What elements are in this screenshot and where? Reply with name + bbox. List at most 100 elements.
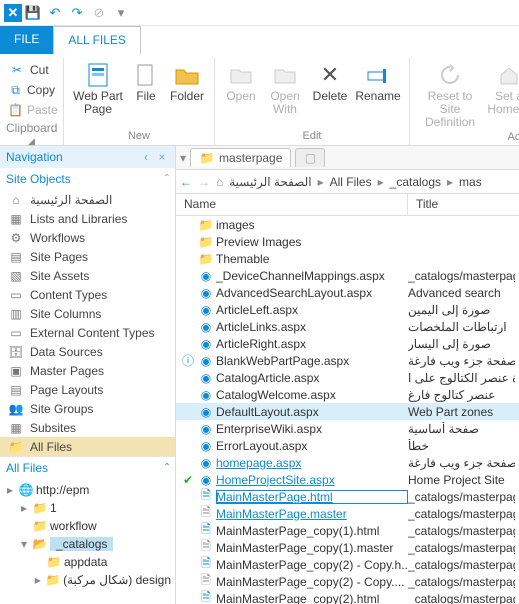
file-row[interactable]: 🗎MainMasterPage_copy(1).master_catalogs/…: [176, 539, 519, 556]
tab-list-icon[interactable]: ▾: [180, 151, 186, 165]
copy-button[interactable]: ⧉Copy: [6, 80, 57, 100]
file-row[interactable]: ◉ArticleRight.aspxصورة إلى اليسار: [176, 335, 519, 352]
ribbon-tabs: FILE ALL FILES: [0, 26, 519, 54]
tree-node-catalogs[interactable]: ▾📂_catalogs: [4, 535, 171, 553]
file-title: صفحة جزء ويب فارغة: [408, 456, 515, 470]
file-row[interactable]: ◉ArticleLeft.aspxصورة إلى اليمين: [176, 301, 519, 318]
sidebar-item-pl[interactable]: ▤Page Layouts: [0, 380, 175, 399]
file-row[interactable]: ◉ErrorLayout.aspxخطأ: [176, 437, 519, 454]
paste-button[interactable]: 📋Paste: [6, 100, 57, 120]
back-icon[interactable]: ←: [180, 175, 192, 189]
webpart-page-button[interactable]: Web Part Page: [70, 60, 126, 129]
app-icon[interactable]: ✕: [4, 4, 22, 22]
file-name: MainMasterPage_copy(2) - Copy.h...: [216, 558, 408, 572]
open-with-button[interactable]: Open With: [263, 60, 307, 129]
file-row[interactable]: 📁Themable: [176, 250, 519, 267]
wf-icon: ⚙: [8, 231, 24, 245]
reset-icon: [435, 62, 465, 88]
file-row[interactable]: 🗎MainMasterPage.master_catalogs/masterpa…: [176, 505, 519, 522]
tab-all-files[interactable]: ALL FILES: [53, 26, 141, 54]
document-tabs: ▾ 📁masterpage ▢: [176, 146, 519, 170]
file-title: Web Part zones: [408, 405, 515, 419]
nav-collapse-icon[interactable]: ×: [155, 150, 169, 164]
file-row[interactable]: ◉DefaultLayout.aspxWeb Part zones: [176, 403, 519, 420]
crumb-item[interactable]: All Files: [330, 175, 372, 189]
crumb-item[interactable]: mas: [459, 175, 482, 189]
file-row[interactable]: 🗎MainMasterPage.html_catalogs/masterpag: [176, 488, 519, 505]
tree-node[interactable]: ▸📁1: [4, 499, 171, 517]
file-row[interactable]: 🗎MainMasterPage_copy(2) - Copy.h..._cata…: [176, 556, 519, 573]
home-icon[interactable]: ⌂: [216, 175, 223, 189]
doc-tab-new[interactable]: ▢: [295, 148, 325, 167]
file-type-icon: ◉: [196, 354, 216, 368]
sidebar-item-ds[interactable]: 🗄Data Sources: [0, 342, 175, 361]
site-objects-header[interactable]: Site Objectsˆ: [0, 168, 175, 190]
delete-button[interactable]: ✕Delete: [309, 60, 351, 129]
sidebar-item-mp[interactable]: ▣Master Pages: [0, 361, 175, 380]
save-icon[interactable]: 💾: [22, 2, 44, 24]
rename-icon: [363, 62, 393, 88]
tree-node-root[interactable]: ▸🌐http://epm: [4, 481, 171, 499]
folder-button[interactable]: Folder: [166, 60, 208, 129]
sidebar-item-label: Workflows: [30, 231, 85, 245]
crumb-item[interactable]: _catalogs: [390, 175, 441, 189]
file-type-icon: ◉: [196, 269, 216, 283]
file-row[interactable]: ◉CatalogArticle.aspxصورة عنصر الكتالوج ع…: [176, 369, 519, 386]
sidebar-item-sc[interactable]: ▥Site Columns: [0, 304, 175, 323]
file-name: ArticleLeft.aspx: [216, 303, 408, 317]
qat-menu-icon[interactable]: ▾: [110, 2, 132, 24]
file-type-icon: ◉: [196, 388, 216, 402]
file-title: Home Project Site: [408, 473, 515, 487]
nav-prev-icon[interactable]: ‹: [139, 150, 153, 164]
file-row[interactable]: ◉EnterpriseWiki.aspxصفحة أساسية: [176, 420, 519, 437]
sidebar-item-sp[interactable]: ▤Site Pages: [0, 247, 175, 266]
file-row[interactable]: ◉_DeviceChannelMappings.aspx_catalogs/ma…: [176, 267, 519, 284]
crumb-item[interactable]: الصفحة الرئيسية: [229, 175, 311, 189]
file-row[interactable]: ⓘ◉BlankWebPartPage.aspxصفحة جزء ويب فارغ…: [176, 352, 519, 369]
all-files-header[interactable]: All Filesˆ: [0, 456, 175, 479]
file-row[interactable]: 🗎MainMasterPage_copy(2) - Copy...._catal…: [176, 573, 519, 590]
undo-icon[interactable]: ↶: [44, 2, 66, 24]
cut-button[interactable]: ✂Cut: [6, 60, 57, 80]
redo-icon[interactable]: ↷: [66, 2, 88, 24]
sidebar-item-home[interactable]: ⌂الصفحة الرئيسية: [0, 190, 175, 209]
rename-button[interactable]: Rename: [353, 60, 403, 129]
file-list: 📁images📁Preview Images📁Themable◉_DeviceC…: [176, 216, 519, 604]
file-row[interactable]: ◉AdvancedSearchLayout.aspxAdvanced searc…: [176, 284, 519, 301]
sidebar-item-ect[interactable]: ▭External Content Types: [0, 323, 175, 342]
tab-file[interactable]: FILE: [0, 26, 53, 54]
open-button[interactable]: Open: [221, 60, 261, 129]
sidebar-item-lists[interactable]: ▦Lists and Libraries: [0, 209, 175, 228]
tree-node[interactable]: 📁workflow: [4, 517, 171, 535]
file-row[interactable]: ◉homepage.aspxصفحة جزء ويب فارغة: [176, 454, 519, 471]
file-button[interactable]: File: [128, 60, 164, 129]
forward-icon[interactable]: →: [198, 175, 210, 189]
file-type-icon: 📁: [196, 252, 216, 266]
sidebar-item-ct[interactable]: ▭Content Types: [0, 285, 175, 304]
file-title: ارتباطات الملخصات: [408, 320, 515, 334]
sidebar-item-af[interactable]: 📁All Files: [0, 437, 175, 456]
file-row[interactable]: 🗎MainMasterPage_copy(1).html_catalogs/ma…: [176, 522, 519, 539]
sidebar-item-ss[interactable]: ▦Subsites: [0, 418, 175, 437]
reset-button[interactable]: Reset to Site Definition: [416, 60, 484, 130]
stop-icon[interactable]: ⊘: [88, 2, 110, 24]
file-row[interactable]: 🗎MainMasterPage_copy(2).html_catalogs/ma…: [176, 590, 519, 604]
tree-node[interactable]: 📁appdata: [4, 553, 171, 571]
doc-tab-masterpage[interactable]: 📁masterpage: [190, 148, 291, 167]
open-with-icon: [270, 62, 300, 88]
set-home-button[interactable]: Set a Home P: [486, 60, 519, 130]
sidebar-item-wf[interactable]: ⚙ Workflows: [0, 228, 175, 247]
tree-node[interactable]: ▸📁(شكال مركبة) design: [4, 571, 171, 589]
file-title: صورة عنصر الكتالوج على ا: [408, 371, 515, 385]
file-row[interactable]: ✔◉HomeProjectSite.aspxHome Project Site: [176, 471, 519, 488]
sidebar-item-sa[interactable]: ▧Site Assets: [0, 266, 175, 285]
file-row[interactable]: ◉ArticleLinks.aspxارتباطات الملخصات: [176, 318, 519, 335]
sidebar-item-sg[interactable]: 👥Site Groups: [0, 399, 175, 418]
col-title[interactable]: Title: [408, 194, 519, 215]
file-row[interactable]: 📁images: [176, 216, 519, 233]
file-row[interactable]: 📁Preview Images: [176, 233, 519, 250]
file-type-icon: ◉: [196, 371, 216, 385]
file-row[interactable]: ◉CatalogWelcome.aspxعنصر كتالوج فارغ: [176, 386, 519, 403]
mp-icon: ▣: [8, 364, 24, 378]
col-name[interactable]: Name: [176, 194, 408, 215]
